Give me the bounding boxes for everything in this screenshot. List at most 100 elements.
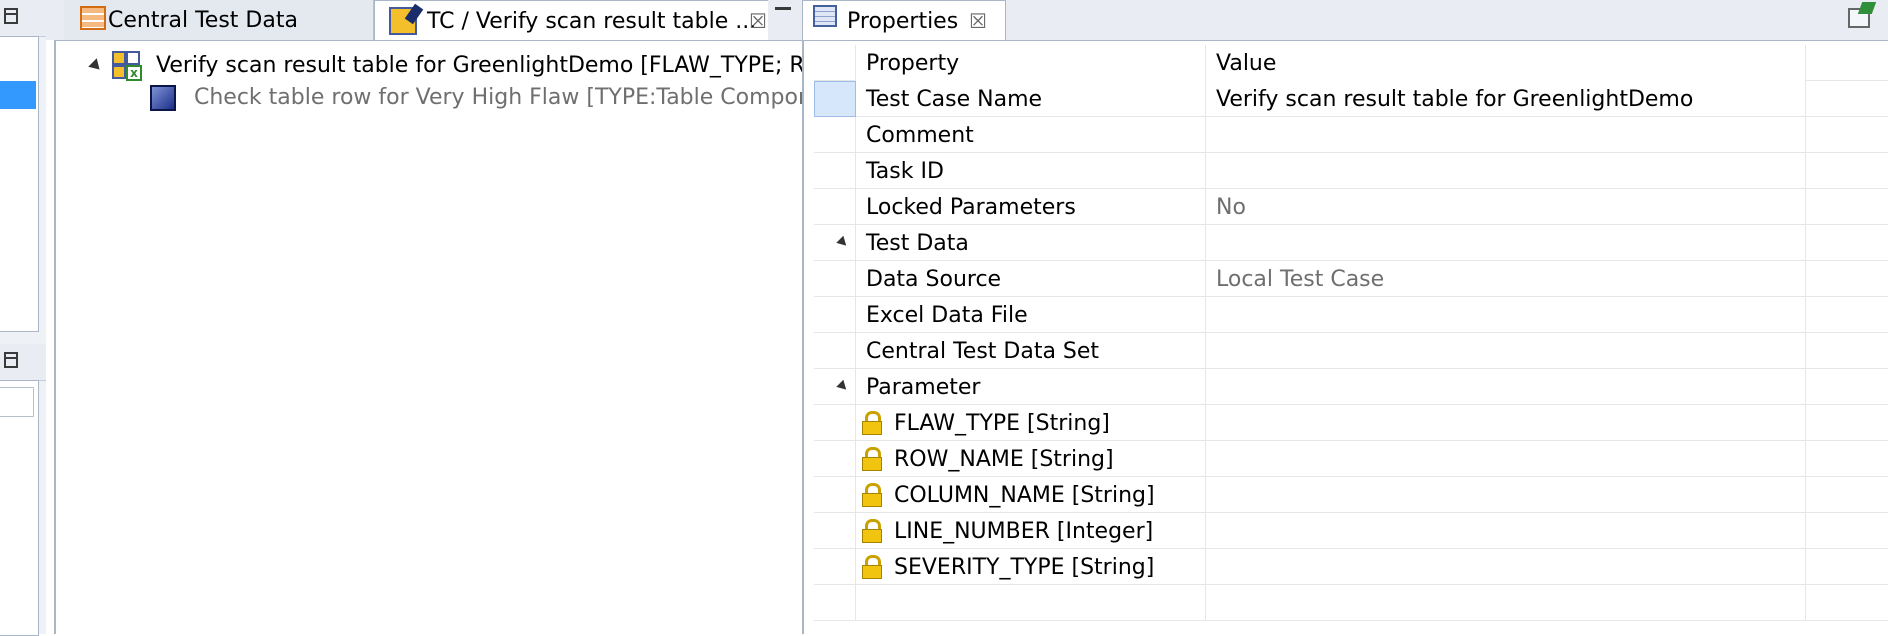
property-value[interactable] <box>1206 441 1806 477</box>
empty-cell <box>1206 585 1806 621</box>
table-row[interactable]: COLUMN_NAME [String] <box>814 477 1888 513</box>
property-value <box>1206 225 1806 261</box>
empty-cell <box>856 585 1206 621</box>
test-step-icon <box>150 85 176 111</box>
table-row[interactable]: Test Case Name Verify scan result table … <box>814 81 1888 117</box>
lock-icon <box>862 555 882 579</box>
row-selector <box>814 261 856 297</box>
table-row[interactable]: Data Source Local Test Case <box>814 261 1888 297</box>
properties-tab-bar: Properties ☒ <box>802 0 1888 41</box>
table-row[interactable]: Parameter <box>814 369 1888 405</box>
close-tab-icon[interactable]: ☒ <box>969 11 987 31</box>
selected-item[interactable] <box>0 81 36 109</box>
left-view-strip <box>0 0 46 636</box>
row-selector <box>814 369 856 405</box>
property-value[interactable]: No <box>1206 189 1806 225</box>
table-row[interactable]: ROW_NAME [String] <box>814 441 1888 477</box>
property-value[interactable]: Verify scan result table for GreenlightD… <box>1206 81 1806 117</box>
property-name: Locked Parameters <box>856 189 1206 225</box>
tab-label: TC / Verify scan result table ... <box>427 8 757 34</box>
table-row[interactable]: LINE_NUMBER [Integer] <box>814 513 1888 549</box>
parameter-name: ROW_NAME [String] <box>894 446 1114 472</box>
table-row[interactable]: Task ID <box>814 153 1888 189</box>
table-row <box>814 585 1888 621</box>
table-row[interactable]: Excel Data File <box>814 297 1888 333</box>
left-view-panel <box>0 36 39 332</box>
property-name: Task ID <box>856 153 1206 189</box>
property-value[interactable] <box>1206 333 1806 369</box>
tab-label: Properties <box>847 8 959 34</box>
row-selector <box>814 549 856 585</box>
parameter-name: SEVERITY_TYPE [String] <box>894 554 1155 580</box>
property-value[interactable] <box>1206 405 1806 441</box>
test-case-editor-icon <box>389 7 417 35</box>
expand-triangle-icon[interactable] <box>836 379 850 394</box>
left-lower-view-tab[interactable] <box>0 344 46 381</box>
parameter-name: COLUMN_NAME [String] <box>894 482 1155 508</box>
test-case-tree: x Verify scan result table for Greenligh… <box>54 40 844 634</box>
column-header-value[interactable]: Value <box>1206 45 1806 81</box>
lock-icon <box>862 447 882 471</box>
left-lower-view-panel <box>0 380 39 636</box>
row-selector <box>814 513 856 549</box>
lock-icon <box>862 483 882 507</box>
test-case-icon: x <box>112 51 142 81</box>
minimize-icon[interactable] <box>768 0 798 40</box>
properties-icon <box>813 5 837 27</box>
property-value[interactable] <box>1206 153 1806 189</box>
table-icon <box>80 6 106 30</box>
table-row[interactable]: Test Data <box>814 225 1888 261</box>
tree-root-label: Verify scan result table for GreenlightD… <box>156 53 844 78</box>
restore-view-icon[interactable] <box>4 352 18 368</box>
row-selector <box>814 441 856 477</box>
restore-view-icon[interactable] <box>4 8 18 24</box>
tab-label: Central Test Data <box>108 7 298 33</box>
expand-triangle-icon[interactable] <box>88 58 104 74</box>
left-view-tab[interactable] <box>0 0 46 37</box>
tree-child-label: Check table row for Very High Flaw [TYPE… <box>194 85 812 110</box>
tab-test-case-editor[interactable]: TC / Verify scan result table ... ☒ <box>374 0 786 41</box>
properties-view: Property Value Test Case Name Verify sca… <box>802 40 1888 634</box>
property-name: Comment <box>856 117 1206 153</box>
property-value <box>1206 369 1806 405</box>
property-value[interactable] <box>1206 513 1806 549</box>
property-value[interactable] <box>1206 297 1806 333</box>
property-value[interactable]: Local Test Case <box>1206 261 1806 297</box>
row-selector <box>814 297 856 333</box>
expand-triangle-icon[interactable] <box>836 235 850 250</box>
row-selector <box>814 225 856 261</box>
row-selector <box>814 477 856 513</box>
tree-child-row[interactable]: Check table row for Very High Flaw [TYPE… <box>56 83 812 113</box>
editor-tab-bar: Central Test Data TC / Verify scan resul… <box>46 0 802 41</box>
row-selector <box>814 189 856 225</box>
lock-icon <box>862 411 882 435</box>
property-name: Excel Data File <box>856 297 1206 333</box>
row-selector <box>814 405 856 441</box>
table-row[interactable]: Central Test Data Set <box>814 333 1888 369</box>
property-name: Data Source <box>856 261 1206 297</box>
view-menu-icon[interactable] <box>1846 2 1877 32</box>
row-selector <box>814 333 856 369</box>
filter-input[interactable] <box>0 387 34 417</box>
tab-central-test-data[interactable]: Central Test Data <box>64 0 374 40</box>
close-tab-icon[interactable]: ☒ <box>749 11 767 31</box>
gutter-cell <box>814 45 856 81</box>
property-group-name: Test Data <box>856 225 1206 261</box>
row-selector[interactable] <box>814 81 856 117</box>
table-row[interactable]: SEVERITY_TYPE [String] <box>814 549 1888 585</box>
property-value[interactable] <box>1206 549 1806 585</box>
row-selector <box>814 153 856 189</box>
table-row[interactable]: Comment <box>814 117 1888 153</box>
property-value[interactable] <box>1206 477 1806 513</box>
parameter-name: LINE_NUMBER [Integer] <box>894 518 1154 544</box>
property-group-name: Parameter <box>856 369 1206 405</box>
column-header-property[interactable]: Property <box>856 45 1206 81</box>
property-value[interactable] <box>1206 117 1806 153</box>
tab-properties[interactable]: Properties ☒ <box>802 0 1006 41</box>
tree-root-row[interactable]: x Verify scan result table for Greenligh… <box>56 51 844 81</box>
table-row[interactable]: Locked Parameters No <box>814 189 1888 225</box>
property-name: Central Test Data Set <box>856 333 1206 369</box>
table-row[interactable]: FLAW_TYPE [String] <box>814 405 1888 441</box>
property-name: Test Case Name <box>856 81 1206 117</box>
parameter-name: FLAW_TYPE [String] <box>894 410 1110 436</box>
